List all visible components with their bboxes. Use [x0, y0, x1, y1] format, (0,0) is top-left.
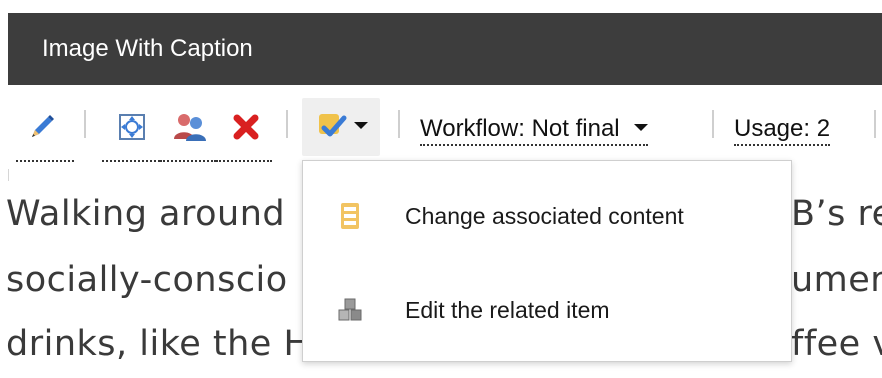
article-line: drinks, like the H: [6, 324, 311, 364]
article-line-fragment: B’s re: [791, 194, 882, 234]
workflow-menu-trigger[interactable]: [312, 108, 372, 146]
article-line-fragment: umer.: [791, 260, 882, 300]
chevron-down-icon: [633, 124, 648, 132]
toolbar-separator: [84, 110, 86, 138]
workflow-status-dropdown[interactable]: Workflow: Not final: [420, 114, 648, 146]
usage-label: Usage: 2: [734, 115, 831, 142]
panel-title: Image With Caption: [42, 35, 253, 62]
users-button-underline: [160, 160, 216, 162]
toolbar-separator: [874, 110, 876, 138]
toolbar-separator: [712, 110, 714, 138]
related-item-icon: [338, 298, 362, 321]
delete-icon: [233, 114, 259, 140]
check-tasks-icon: [319, 114, 347, 137]
menu-item-edit-related-item[interactable]: Edit the related item: [303, 265, 791, 355]
toolbar-separator: [398, 110, 400, 138]
article-line: socially-conscio: [6, 260, 288, 300]
usage-link[interactable]: Usage: 2: [734, 114, 831, 146]
workflow-dropdown-menu: Change associated content Edit the relat…: [302, 160, 792, 362]
properties-button-underline: [102, 160, 160, 162]
properties-icon: [119, 114, 145, 140]
article-line-fragment: ffee v: [791, 324, 882, 364]
chevron-down-icon: [354, 121, 368, 129]
delete-button-underline: [216, 160, 272, 162]
menu-item-label: Edit the related item: [405, 296, 610, 323]
panel-titlebar: Image With Caption: [8, 13, 882, 85]
edit-button[interactable]: [22, 108, 62, 146]
workflow-status-label: Workflow: Not final: [420, 115, 620, 142]
pencil-icon: [32, 115, 54, 137]
content-list-icon: [341, 203, 359, 229]
properties-button[interactable]: [112, 108, 152, 146]
edit-button-underline: [16, 160, 74, 162]
menu-item-label: Change associated content: [405, 202, 684, 229]
users-button[interactable]: [168, 108, 212, 146]
toolbar-separator: [286, 110, 288, 138]
menu-item-change-associated-content[interactable]: Change associated content: [303, 171, 791, 261]
users-icon: [174, 114, 206, 141]
delete-button[interactable]: [226, 108, 266, 146]
article-line: Walking around: [6, 194, 286, 234]
